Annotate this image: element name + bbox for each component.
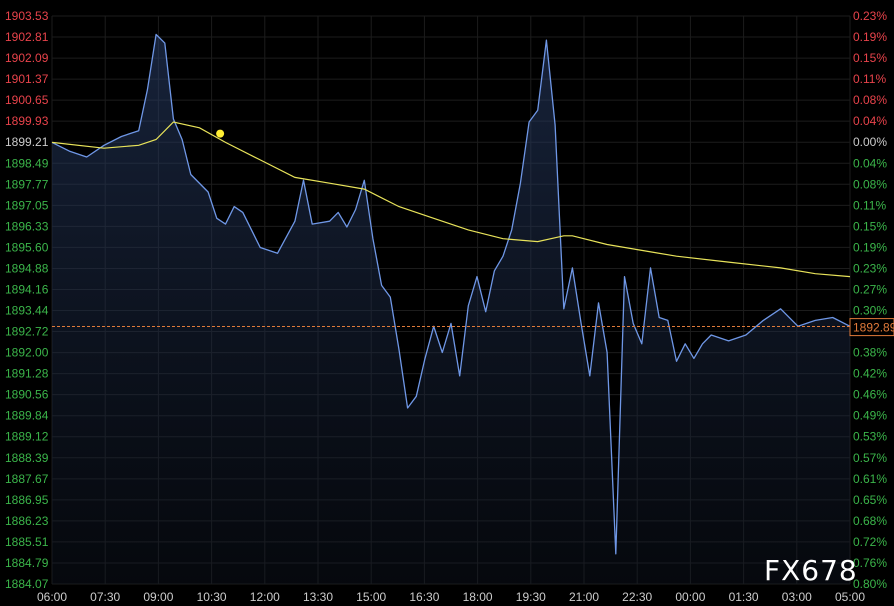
y-tick-label: 1885.51 (5, 535, 49, 549)
pct-tick-label: 0.08% (853, 93, 887, 107)
x-tick-label: 22:30 (622, 590, 652, 604)
x-tick-label: 19:30 (516, 590, 546, 604)
x-tick-label: 15:00 (356, 590, 386, 604)
pct-tick-label: 0.72% (853, 535, 887, 549)
highlight-point (216, 129, 225, 138)
y-tick-label: 1891.28 (5, 367, 49, 381)
pct-tick-label: 0.80% (853, 577, 887, 591)
pct-tick-label: 0.68% (853, 514, 887, 528)
x-tick-label: 05:00 (835, 590, 865, 604)
pct-tick-label: 0.57% (853, 451, 887, 465)
y-tick-label: 1892.72 (5, 325, 49, 339)
x-tick-label: 13:30 (303, 590, 333, 604)
pct-tick-label: 0.27% (853, 282, 887, 296)
pct-tick-label: 0.19% (853, 240, 887, 254)
pct-tick-label: 0.61% (853, 472, 887, 486)
pct-tick-label: 0.30% (853, 304, 887, 318)
y-tick-label: 1894.16 (5, 282, 49, 296)
x-tick-label: 07:30 (90, 590, 120, 604)
x-tick-label: 21:00 (569, 590, 599, 604)
current-price-label: 1892.89 (853, 321, 894, 335)
pct-tick-label: 0.23% (853, 261, 887, 275)
pct-tick-label: 0.15% (853, 219, 887, 233)
y-tick-label: 1892.00 (5, 346, 49, 360)
pct-tick-label: 0.11% (853, 198, 886, 212)
y-tick-label: 1900.65 (5, 93, 49, 107)
x-tick-label: 06:00 (37, 590, 67, 604)
y-tick-label: 1889.84 (5, 409, 49, 423)
price-chart: 1903.53 1902.81 1902.09 1901.37 1900.65 1899.… (0, 0, 894, 606)
pct-tick-label: 0.65% (853, 493, 887, 507)
y-tick-label: 1895.60 (5, 240, 49, 254)
y-tick-label: 1893.44 (5, 304, 49, 318)
y-tick-label: 1889.12 (5, 430, 49, 444)
pct-tick-label: 0.46% (853, 388, 887, 402)
y-tick-label: 1902.81 (5, 30, 49, 44)
y-tick-label: 1896.33 (5, 219, 49, 233)
pct-tick-label: 0.19% (853, 30, 887, 44)
y-tick-label: 1901.37 (5, 72, 49, 86)
y-tick-label: 1903.53 (5, 9, 49, 23)
y-tick-label: 1902.09 (5, 51, 49, 65)
y-tick-label: 1894.88 (5, 261, 49, 275)
pct-tick-label: 0.04% (853, 114, 887, 128)
y-tick-label: 1898.49 (5, 156, 49, 170)
y-tick-label: 1884.79 (5, 556, 49, 570)
pct-tick-label: 0.23% (853, 9, 887, 23)
x-tick-label: 18:00 (463, 590, 493, 604)
pct-tick-label: 0.00% (853, 135, 887, 149)
pct-tick-label: 0.15% (853, 51, 887, 65)
pct-tick-label: 0.38% (853, 346, 887, 360)
y-tick-label: 1888.39 (5, 451, 49, 465)
pct-tick-label: 0.53% (853, 430, 887, 444)
y-tick-label: 1884.07 (5, 577, 49, 591)
current-price-badge: 1892.89 (849, 318, 894, 337)
y-tick-label: 1886.95 (5, 493, 49, 507)
highlight-dot (216, 129, 225, 138)
pct-tick-label: 0.04% (853, 156, 887, 170)
x-tick-label: 00:00 (675, 590, 705, 604)
pct-tick-label: 0.76% (853, 556, 887, 570)
pct-tick-label: 0.42% (853, 367, 887, 381)
y-tick-label: 1897.77 (5, 177, 49, 191)
x-tick-label: 10:30 (197, 590, 227, 604)
y-tick-label: 1899.21 (5, 135, 49, 149)
x-tick-label: 09:00 (143, 590, 173, 604)
pct-tick-label: 0.08% (853, 177, 887, 191)
x-tick-label: 03:00 (782, 590, 812, 604)
y-tick-label: 1886.23 (5, 514, 49, 528)
pct-tick-label: 0.49% (853, 409, 887, 423)
watermark: FX678 (764, 554, 858, 587)
x-tick-label: 16:30 (409, 590, 439, 604)
pct-tick-label: 0.11% (853, 72, 886, 86)
x-tick-label: 01:30 (729, 590, 759, 604)
y-tick-label: 1890.56 (5, 388, 49, 402)
x-tick-label: 12:00 (250, 590, 280, 604)
y-tick-label: 1899.93 (5, 114, 49, 128)
y-tick-label: 1897.05 (5, 198, 49, 212)
y-tick-label: 1887.67 (5, 472, 49, 486)
